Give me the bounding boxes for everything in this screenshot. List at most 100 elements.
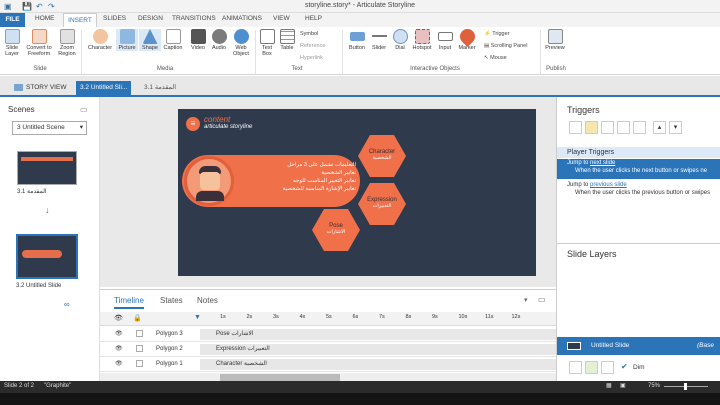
base-layer[interactable]: Untitled Slide (Base La [557,337,720,367]
lock-checkbox[interactable] [136,345,143,352]
slider-button[interactable]: Slider [369,29,389,51]
next-slide-link[interactable]: next slide [590,160,615,166]
timeline-row[interactable]: 👁 Polygon 3 Pose الاشارات [100,327,556,342]
tab-file[interactable]: FILE [0,13,25,27]
trigger-button[interactable]: ⚡ Trigger [484,31,510,37]
marker-button[interactable]: Marker [456,25,478,51]
timeline-tick: 1s [220,314,226,320]
delete-layer-icon[interactable] [601,361,614,374]
move-up-icon[interactable]: ▴ [653,121,666,134]
tab-notes[interactable]: Notes [197,296,218,305]
arrow-down-icon: ↓ [45,205,50,215]
preview-button[interactable]: Preview [543,29,567,51]
move-down-icon[interactable]: ▾ [669,121,682,134]
dial-button[interactable]: Dial [391,29,409,51]
collapse-icon[interactable]: ▾ [524,296,528,304]
playhead-icon[interactable]: ▼ [194,314,201,321]
visibility-icon[interactable]: 👁 [115,330,123,337]
slide-layer-button[interactable]: Slide Layer [2,29,22,57]
hex-character[interactable]: Character الشخصية [358,135,406,177]
convert-freeform-button[interactable]: Convert to Freeform [24,29,54,57]
tab-states[interactable]: States [160,296,183,305]
picture-button[interactable]: Picture [116,29,138,51]
caption-button[interactable]: Caption [162,29,184,51]
table-button[interactable]: Table [278,29,296,51]
trigger-previous[interactable]: Jump to previous slide When the user cli… [557,181,720,201]
previous-slide-link[interactable]: previous slide [590,182,627,188]
mouse-button[interactable]: ↖ Mouse [484,55,507,61]
symbol-button[interactable]: Symbol [300,31,318,37]
edit-trigger-icon[interactable] [585,121,598,134]
preview-icon [547,29,563,44]
hyperlink-button[interactable]: Hyperlink [300,55,323,61]
new-layer-icon[interactable] [569,361,582,374]
tab-home[interactable]: HOME [35,15,55,22]
slide-thumbnail-2[interactable] [16,234,78,279]
timeline-bar[interactable]: Character الشخصية [200,359,556,370]
trigger-next[interactable]: Jump to next slide When the user clicks … [557,159,720,179]
tab-timeline[interactable]: Timeline [114,296,144,309]
timeline-row[interactable]: 👁 Polygon 1 Character الشخصية [100,357,556,372]
video-icon [190,29,206,44]
hex-pose-ar: الاشارات [326,229,346,235]
scroll-thumb[interactable] [220,374,340,381]
active-slide-tab[interactable]: 3.2 Untitled Sli... [76,81,132,95]
slide-thumbnail-1-label: 3.1 المقدمة [17,189,47,195]
tab-transitions[interactable]: TRANSITIONS [172,15,216,22]
text-box-button[interactable]: Text Box [258,29,276,57]
panel-options-icon[interactable]: ▭ [80,105,88,114]
eye-icon[interactable]: 👁 [114,314,123,322]
triggers-toolbar: ▴ ▾ [569,121,687,135]
view-fit-icon[interactable]: ▣ [620,382,626,389]
view-normal-icon[interactable]: ▦ [606,382,612,389]
separator [540,30,541,74]
dim-checkbox[interactable]: ✔ [621,362,628,371]
visibility-icon[interactable]: 👁 [115,360,123,367]
slide-tab-intro[interactable]: 3.1 المقدمة [140,81,180,95]
lock-checkbox[interactable] [136,330,143,337]
lock-icon[interactable]: 🔒 [133,314,142,322]
scene-dropdown[interactable]: 3 Untitled Scene ▾ [12,121,87,135]
panel-options-icon[interactable]: ▭ [538,295,546,304]
tab-slides[interactable]: SLIDES [103,15,126,22]
paste-trigger-icon[interactable] [617,121,630,134]
copy-trigger-icon[interactable] [601,121,614,134]
zoom-region-button[interactable]: Zoom Region [56,29,78,57]
button-button[interactable]: Button [346,29,368,51]
hex-expression[interactable]: Expression التعبيرات [358,183,406,225]
zoom-thumb[interactable] [684,383,687,390]
web-object-button[interactable]: Web Object [230,29,252,57]
bullet-4: تعابير الإشارة المناسبة للشخصية [282,186,356,192]
audio-button[interactable]: Audio [209,29,229,51]
hotspot-icon [414,29,430,44]
input-button[interactable]: Input [435,29,455,51]
link-icon[interactable]: ∞ [64,300,70,309]
tab-view[interactable]: VIEW [273,15,290,22]
timeline-bar[interactable]: Expression التعبيرات [200,344,556,355]
character-button[interactable]: Character [86,29,114,51]
title-bar: ▣ 💾 ↶ ↷ storyline.story* - Articulate St… [0,0,720,13]
delete-trigger-icon[interactable] [633,121,646,134]
lock-checkbox[interactable] [136,360,143,367]
tab-insert[interactable]: INSERT [63,13,97,27]
timeline-bar[interactable]: Pose الاشارات [200,329,556,340]
layers-toolbar: ✔ Dim [569,361,719,375]
story-view-tab[interactable]: STORY VIEW [10,81,70,95]
scrolling-panel-button[interactable]: ▤ Scrolling Panel [484,43,527,49]
tab-design[interactable]: DESIGN [138,15,163,22]
video-button[interactable]: Video [188,29,208,51]
timeline-row[interactable]: 👁 Polygon 2 Expression التعبيرات [100,342,556,357]
ribbon: Slide Layer Convert to Freeform Zoom Reg… [0,25,720,75]
tab-animations[interactable]: ANIMATIONS [222,15,262,22]
hex-pose[interactable]: Pose الاشارات [312,209,360,251]
new-trigger-icon[interactable] [569,121,582,134]
reference-button[interactable]: Reference [300,43,325,49]
slide-thumbnail-1[interactable] [17,151,77,185]
shape-button[interactable]: Shape [139,29,161,51]
visibility-icon[interactable]: 👁 [115,345,123,352]
slide-canvas[interactable]: ≡ content articulate storyline التعليمات… [178,109,536,276]
hotspot-button[interactable]: Hotspot [410,29,434,51]
window-title: storyline.story* - Articulate Storyline [304,2,416,9]
duplicate-layer-icon[interactable] [585,361,598,374]
tab-help[interactable]: HELP [305,15,322,22]
